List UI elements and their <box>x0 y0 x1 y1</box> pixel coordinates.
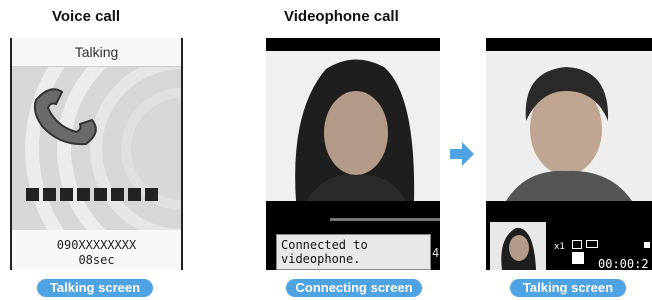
caption-connecting: Connecting screen <box>286 279 422 297</box>
side-digit: 4 <box>432 246 440 260</box>
connecting-message: Connected to videophone. <box>276 234 431 270</box>
signal-blocks <box>26 188 158 206</box>
caption-video-talking: Talking screen <box>510 279 626 297</box>
camera-icon <box>572 240 582 249</box>
videophone-talking-screen: x1 00:00:2 <box>486 38 652 270</box>
videophone-call-heading: Videophone call <box>284 8 399 25</box>
signal-block <box>77 188 90 201</box>
caller-photo <box>266 51 440 201</box>
right-arrow-icon <box>450 142 474 166</box>
call-timer: 00:00:2 <box>598 257 649 270</box>
message-line: videophone. <box>281 252 361 266</box>
video-icon <box>586 240 598 248</box>
signal-block <box>111 188 124 201</box>
call-info: 090XXXXXXXX 08sec <box>12 230 181 270</box>
caption-voice-talking: Talking screen <box>37 279 153 297</box>
signal-block <box>128 188 141 201</box>
signal-block <box>94 188 107 201</box>
signal-block <box>26 188 39 201</box>
signal-block <box>145 188 158 201</box>
voice-talking-screen: Talking 090XXXXXXXX 08sec <box>10 38 183 270</box>
remote-party-photo <box>486 51 652 201</box>
screen-title: Talking <box>12 38 181 67</box>
phone-handset-icon <box>33 88 97 146</box>
self-view-thumbnail <box>490 222 546 270</box>
message-line: Connected to <box>281 238 368 252</box>
videophone-connecting-screen: Connected to videophone. 4 <box>266 38 440 270</box>
call-duration: 08sec <box>78 253 115 267</box>
signal-block <box>43 188 56 201</box>
phone-number: 090XXXXXXXX <box>56 238 137 252</box>
battery-icon <box>644 242 650 248</box>
signal-icon <box>572 252 584 264</box>
progress-bar <box>330 218 440 221</box>
signal-block <box>60 188 73 201</box>
voice-call-heading: Voice call <box>52 8 121 25</box>
zoom-counter: x1 <box>554 242 565 252</box>
